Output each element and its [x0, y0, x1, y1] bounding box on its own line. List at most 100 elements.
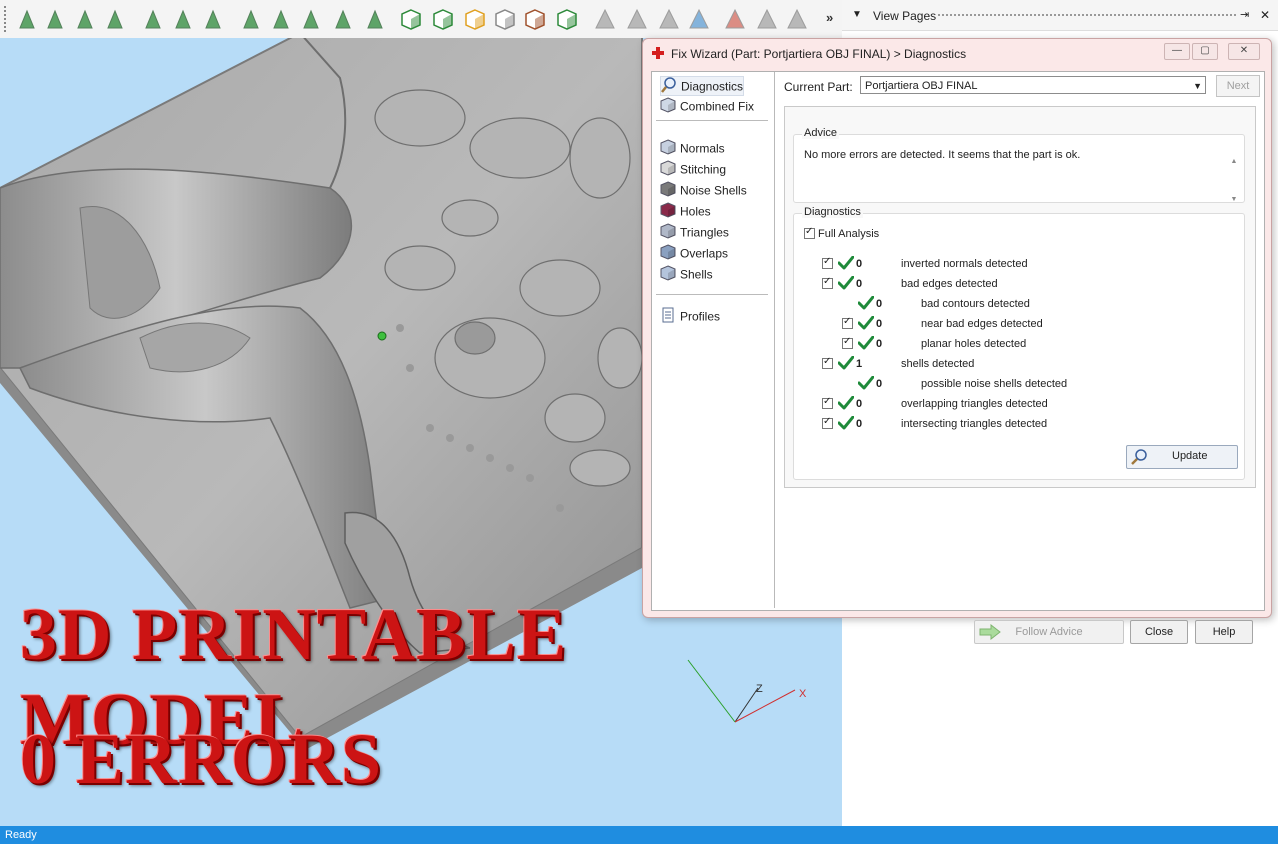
nav-item-label: Diagnostics — [681, 79, 744, 94]
magnifier-icon — [1131, 449, 1147, 465]
cube-section-icon[interactable] — [524, 8, 546, 30]
toolbar-grip[interactable] — [4, 6, 9, 32]
dialog-titlebar[interactable]: Fix Wizard (Part: Portjartiera OBJ FINAL… — [643, 39, 1271, 67]
wheel-select-icon[interactable] — [332, 8, 354, 30]
triangle-tilt-icon[interactable] — [756, 8, 778, 30]
surface-select-icon[interactable] — [44, 8, 66, 30]
close-button[interactable]: Close — [1130, 620, 1188, 644]
nav-item-shells[interactable]: Shells — [660, 265, 713, 283]
next-button[interactable]: Next — [1216, 75, 1260, 97]
check-mark-icon — [838, 356, 854, 370]
cube-color-icon[interactable] — [464, 8, 486, 30]
cube-icon — [660, 97, 676, 116]
full-analysis-label: Full Analysis — [818, 228, 880, 240]
rectangle-select-icon[interactable] — [142, 8, 164, 30]
diagnostic-label: near bad edges detected — [921, 318, 1043, 330]
triangle-plain-icon[interactable] — [786, 8, 808, 30]
arrow-globe-icon[interactable] — [688, 8, 710, 30]
lasso-select-icon[interactable] — [270, 8, 292, 30]
nav-item-diagnostics[interactable]: Diagnostics — [660, 76, 745, 96]
nav-item-overlaps[interactable]: Overlaps — [660, 244, 728, 262]
triangle-red-x-icon[interactable] — [724, 8, 746, 30]
nav-item-label: Shells — [680, 267, 713, 282]
axes-gizmo: Z X — [687, 659, 807, 723]
diagnostic-checkbox[interactable] — [822, 396, 833, 409]
magnifier-icon — [661, 77, 677, 96]
nav-item-label: Normals — [680, 141, 725, 156]
current-part-select[interactable]: Portjartiera OBJ FINAL ▼ — [860, 76, 1206, 94]
full-analysis-checkbox[interactable] — [804, 226, 815, 239]
holes-cube-icon — [660, 202, 676, 221]
diagnostic-checkbox[interactable] — [822, 416, 833, 429]
status-text: Ready — [5, 829, 37, 841]
diagnostic-checkbox[interactable] — [822, 356, 833, 369]
cube-front-icon[interactable] — [400, 8, 422, 30]
wizard-nav: Diagnostics Combined Fix Normals Stitching N… — [652, 72, 775, 608]
diagnostic-count: 0 — [856, 278, 863, 290]
nav-item-label: Profiles — [680, 309, 721, 324]
help-button[interactable]: Help — [1195, 620, 1253, 644]
nav-item-holes[interactable]: Holes — [660, 202, 711, 220]
maximize-button[interactable]: ▢ — [1192, 43, 1218, 60]
box-select-icon[interactable] — [240, 8, 262, 30]
nav-item-combined-fix[interactable]: Combined Fix — [660, 97, 754, 115]
cube-green-icon[interactable] — [556, 8, 578, 30]
nav-separator — [656, 294, 768, 295]
diagnostic-checkbox[interactable] — [822, 256, 833, 269]
diagnostic-count: 0 — [876, 318, 883, 330]
advice-scrollbar[interactable]: ▲ ▼ — [1228, 143, 1240, 203]
follow-advice-button[interactable]: Follow Advice — [974, 620, 1124, 644]
nav-item-triangles[interactable]: Triangles — [660, 223, 729, 241]
noise-shells-icon — [660, 181, 676, 200]
nav-item-normals[interactable]: Normals — [660, 139, 725, 157]
current-part-label: Current Part: — [784, 80, 853, 94]
panel-grip[interactable] — [938, 14, 1236, 18]
pin-icon[interactable]: ⇥ — [1240, 8, 1249, 21]
update-label: Update — [1172, 450, 1208, 462]
diagnostic-label: shells detected — [901, 358, 975, 370]
diagnostics-title: Diagnostics — [802, 206, 863, 218]
profiles-icon — [660, 307, 676, 326]
advice-group: Advice No more errors are detected. It s… — [793, 127, 1245, 203]
check-mark-icon — [858, 376, 874, 390]
view-pages-title: View Pages — [873, 9, 937, 23]
nav-item-stitching[interactable]: Stitching — [660, 160, 726, 178]
normals-cube-icon — [660, 139, 676, 158]
diagnostic-checkbox[interactable] — [822, 276, 833, 289]
advice-text: No more errors are detected. It seems th… — [804, 149, 1081, 161]
nav-item-label: Triangles — [680, 225, 729, 240]
diagnostic-count: 0 — [876, 298, 883, 310]
cube-wire-icon[interactable] — [494, 8, 516, 30]
toolbar-overflow-button[interactable]: » — [826, 10, 833, 25]
chevron-down-icon[interactable]: ▼ — [1193, 77, 1202, 95]
diagnostic-count: 0 — [856, 418, 863, 430]
check-mark-icon — [838, 276, 854, 290]
collapse-caret-icon[interactable]: ▼ — [852, 9, 862, 20]
close-icon[interactable]: ✕ — [1260, 8, 1270, 22]
diagnostic-label: possible noise shells detected — [921, 378, 1068, 390]
update-button[interactable]: Update — [1126, 445, 1238, 469]
pattern-select-icon[interactable] — [300, 8, 322, 30]
arrow-grey-icon[interactable] — [594, 8, 616, 30]
arrow-dark-icon[interactable] — [626, 8, 648, 30]
axis-z-label: Z — [756, 683, 763, 695]
nav-item-profiles[interactable]: Profiles — [660, 307, 720, 325]
edge-select-icon[interactable] — [74, 8, 96, 30]
diagnostic-checkbox[interactable] — [842, 316, 853, 329]
cube-side-icon[interactable] — [432, 8, 454, 30]
diagnostic-checkbox[interactable] — [842, 336, 853, 349]
shell-select-icon[interactable] — [104, 8, 126, 30]
minimize-button[interactable]: — — [1164, 43, 1190, 60]
arrow-cross-icon[interactable] — [658, 8, 680, 30]
stitching-cube-icon — [660, 160, 676, 179]
nav-separator — [656, 120, 768, 121]
dialog-body: Diagnostics Combined Fix Normals Stitching N… — [651, 71, 1265, 644]
polyline-select-icon[interactable] — [172, 8, 194, 30]
shells-icon — [660, 265, 676, 284]
close-window-button[interactable]: ✕ — [1228, 43, 1260, 60]
nav-item-noise-shells[interactable]: Noise Shells — [660, 181, 747, 199]
shell-cut-icon[interactable] — [364, 8, 386, 30]
curve-select-icon[interactable] — [202, 8, 224, 30]
arrow-select-icon[interactable] — [16, 8, 38, 30]
check-mark-icon — [858, 336, 874, 350]
